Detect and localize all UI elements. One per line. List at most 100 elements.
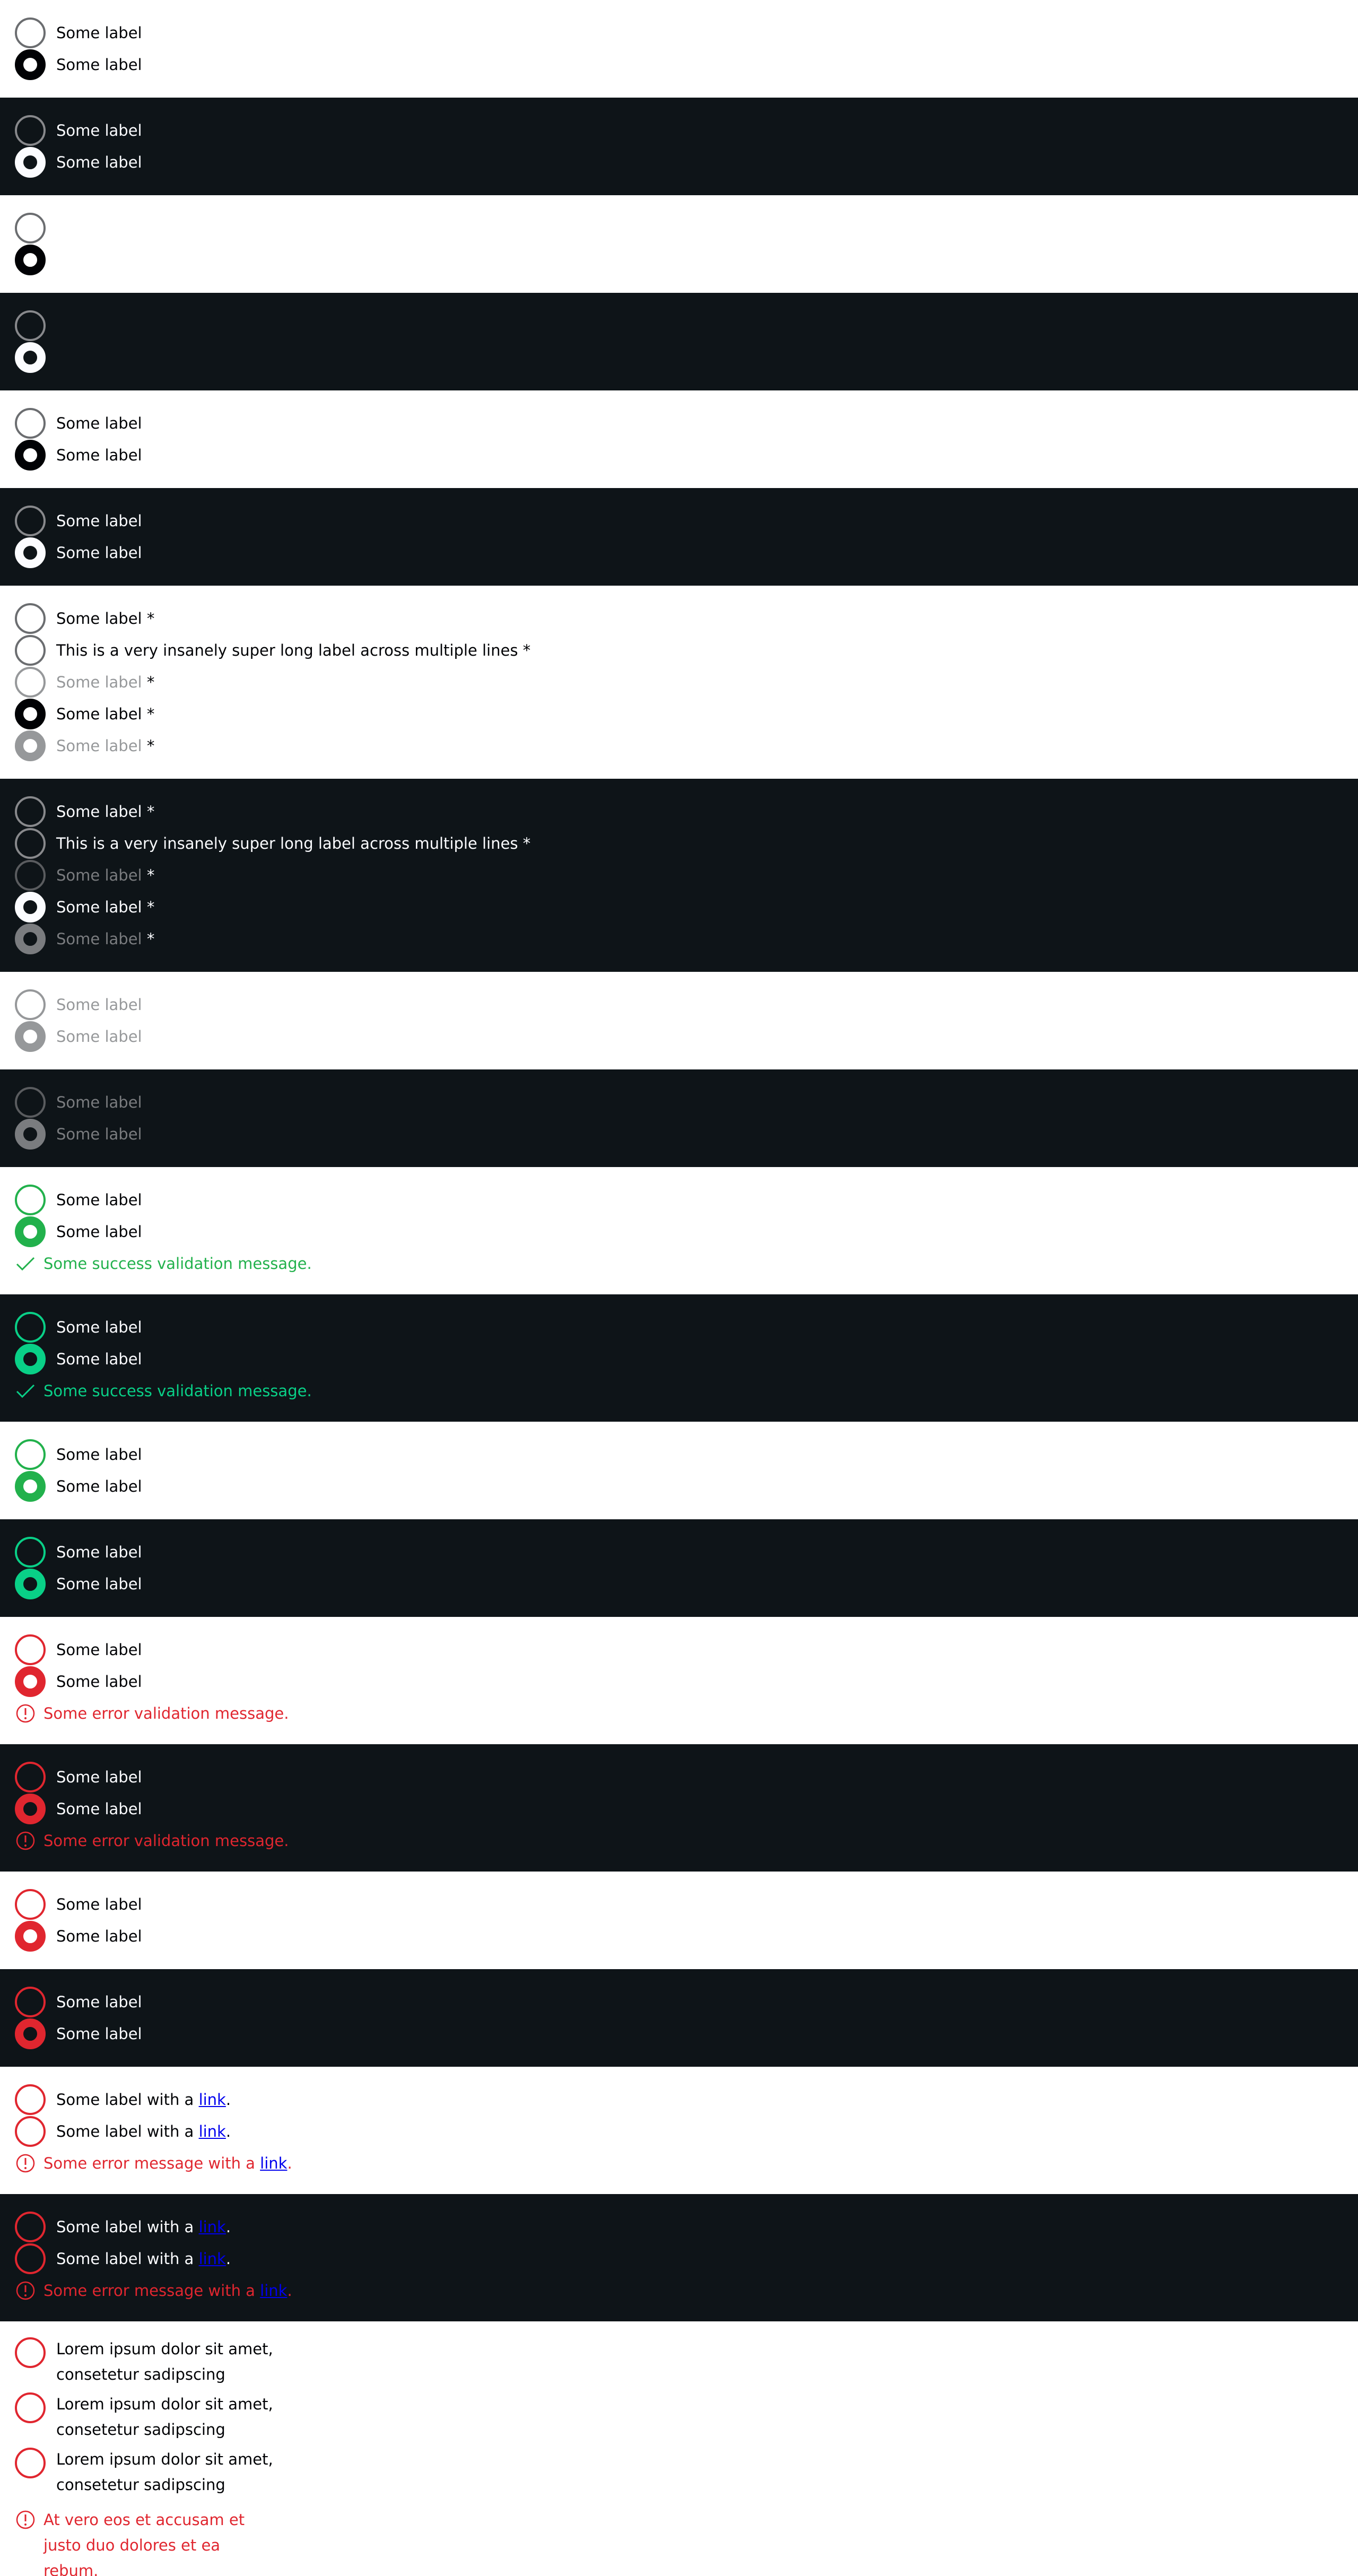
radio-row[interactable]: Some label with a link. xyxy=(15,2211,1343,2243)
radio-row[interactable]: Some label xyxy=(15,146,1343,178)
radio-button-error-checked[interactable] xyxy=(15,1921,46,1952)
radio-button-checked[interactable] xyxy=(15,440,46,471)
radio-row[interactable] xyxy=(15,212,1343,244)
radio-row[interactable]: Some label * xyxy=(15,796,1343,828)
radio-label[interactable]: Lorem ipsum dolor sit amet, consetetur s… xyxy=(56,2391,279,2442)
radio-row[interactable]: Some label xyxy=(15,1986,1343,2018)
radio-label[interactable]: Some label xyxy=(56,1539,142,1565)
radio-label[interactable]: Some label xyxy=(56,1315,142,1340)
radio-row[interactable]: Some label xyxy=(15,1439,1343,1470)
label-link[interactable]: link xyxy=(199,2218,226,2236)
radio-button-error-checked[interactable] xyxy=(15,2018,46,2049)
radio-row[interactable]: Some label xyxy=(15,1761,1343,1793)
radio-button-checked[interactable] xyxy=(15,892,46,923)
radio-button-success-checked[interactable] xyxy=(15,1216,46,1247)
radio-label[interactable]: Some label xyxy=(56,1474,142,1499)
radio-label[interactable]: Some label xyxy=(56,20,142,46)
radio-row[interactable]: Some label xyxy=(15,49,1343,81)
radio-row[interactable]: Some label with a link. xyxy=(15,2084,1343,2116)
radio-label[interactable]: Some label xyxy=(56,1571,142,1597)
radio-button[interactable] xyxy=(15,506,46,536)
radio-button-error[interactable] xyxy=(15,2116,46,2147)
radio-row[interactable]: This is a very insanely super long label… xyxy=(15,828,1343,859)
radio-label[interactable]: Lorem ipsum dolor sit amet, consetetur s… xyxy=(56,2336,279,2387)
radio-button-error[interactable] xyxy=(15,2337,46,2368)
radio-label[interactable]: Some label * xyxy=(56,894,154,920)
radio-row[interactable] xyxy=(15,310,1343,342)
radio-label[interactable]: Some label xyxy=(56,1764,142,1790)
radio-label[interactable]: Some label * xyxy=(56,606,154,631)
radio-label[interactable]: Some label xyxy=(56,411,142,436)
radio-label[interactable]: Lorem ipsum dolor sit amet, consetetur s… xyxy=(56,2447,279,2497)
radio-button-error-checked[interactable] xyxy=(15,1666,46,1697)
radio-label[interactable]: Some label xyxy=(56,1219,142,1245)
radio-row[interactable]: Some label xyxy=(15,115,1343,146)
radio-label[interactable]: Some label xyxy=(56,118,142,143)
radio-row[interactable]: Some label * xyxy=(15,603,1343,634)
error-link[interactable]: link xyxy=(260,2154,287,2172)
error-link[interactable]: link xyxy=(260,2282,287,2300)
radio-button-checked[interactable] xyxy=(15,147,46,178)
radio-label[interactable]: Some label xyxy=(56,2021,142,2047)
radio-row[interactable]: Some label xyxy=(15,1920,1343,1952)
radio-row[interactable]: Some label xyxy=(15,1536,1343,1568)
radio-button-success-checked[interactable] xyxy=(15,1344,46,1374)
radio-row[interactable]: This is a very insanely super long label… xyxy=(15,634,1343,666)
radio-row[interactable]: Some label xyxy=(15,439,1343,471)
radio-label[interactable]: Some label xyxy=(56,1442,142,1467)
radio-label[interactable]: Some label with a link. xyxy=(56,2119,231,2144)
radio-label[interactable]: Some label xyxy=(56,52,142,77)
radio-label[interactable]: Some label xyxy=(56,1187,142,1213)
radio-button-success[interactable] xyxy=(15,1185,46,1215)
radio-button-checked[interactable] xyxy=(15,49,46,80)
radio-button[interactable] xyxy=(15,408,46,439)
radio-button-error[interactable] xyxy=(15,2212,46,2242)
radio-button-error[interactable] xyxy=(15,2084,46,2115)
radio-label[interactable]: Some label xyxy=(56,540,142,565)
radio-label[interactable]: Some label xyxy=(56,508,142,534)
radio-row[interactable] xyxy=(15,244,1343,276)
radio-button[interactable] xyxy=(15,213,46,243)
radio-label-long[interactable]: This is a very insanely super long label… xyxy=(56,638,530,663)
radio-button[interactable] xyxy=(15,115,46,146)
radio-button[interactable] xyxy=(15,603,46,634)
radio-button-checked[interactable] xyxy=(15,699,46,729)
radio-row[interactable]: Some label xyxy=(15,1470,1343,1502)
radio-label[interactable]: Some label with a link. xyxy=(56,2087,231,2112)
radio-label[interactable]: Some label xyxy=(56,1346,142,1372)
radio-button-error[interactable] xyxy=(15,1762,46,1792)
radio-button[interactable] xyxy=(15,18,46,48)
radio-row[interactable]: Some label xyxy=(15,1216,1343,1248)
radio-row[interactable]: Some label xyxy=(15,1184,1343,1216)
radio-button-success-checked[interactable] xyxy=(15,1569,46,1599)
radio-row[interactable]: Some label xyxy=(15,537,1343,569)
radio-button[interactable] xyxy=(15,310,46,341)
radio-button-error-checked[interactable] xyxy=(15,1794,46,1824)
radio-label[interactable]: Some label xyxy=(56,1637,142,1663)
radio-label[interactable]: Some label xyxy=(56,442,142,468)
radio-row[interactable]: Lorem ipsum dolor sit amet, consetetur s… xyxy=(15,2447,1343,2497)
radio-row[interactable] xyxy=(15,342,1343,373)
radio-button-error[interactable] xyxy=(15,2448,46,2478)
radio-button[interactable] xyxy=(15,796,46,827)
label-link[interactable]: link xyxy=(199,2091,226,2109)
radio-button-error[interactable] xyxy=(15,2243,46,2274)
radio-button-checked[interactable] xyxy=(15,342,46,373)
radio-button-error[interactable] xyxy=(15,1987,46,2017)
radio-label[interactable]: Some label xyxy=(56,150,142,175)
radio-row[interactable]: Some label xyxy=(15,1568,1343,1600)
radio-button-error[interactable] xyxy=(15,1889,46,1920)
radio-button-checked[interactable] xyxy=(15,537,46,568)
radio-button-success[interactable] xyxy=(15,1439,46,1470)
radio-label[interactable]: Some label with a link. xyxy=(56,2214,231,2240)
radio-button-checked[interactable] xyxy=(15,245,46,275)
label-link[interactable]: link xyxy=(199,2122,226,2140)
radio-row[interactable]: Lorem ipsum dolor sit amet, consetetur s… xyxy=(15,2391,1343,2442)
radio-button-success[interactable] xyxy=(15,1537,46,1568)
radio-row[interactable]: Some label xyxy=(15,1634,1343,1666)
radio-button-error[interactable] xyxy=(15,1634,46,1665)
radio-row[interactable]: Some label xyxy=(15,1793,1343,1825)
radio-row[interactable]: Some label xyxy=(15,1343,1343,1375)
radio-button-success[interactable] xyxy=(15,1312,46,1343)
radio-row[interactable]: Lorem ipsum dolor sit amet, consetetur s… xyxy=(15,2336,1343,2387)
